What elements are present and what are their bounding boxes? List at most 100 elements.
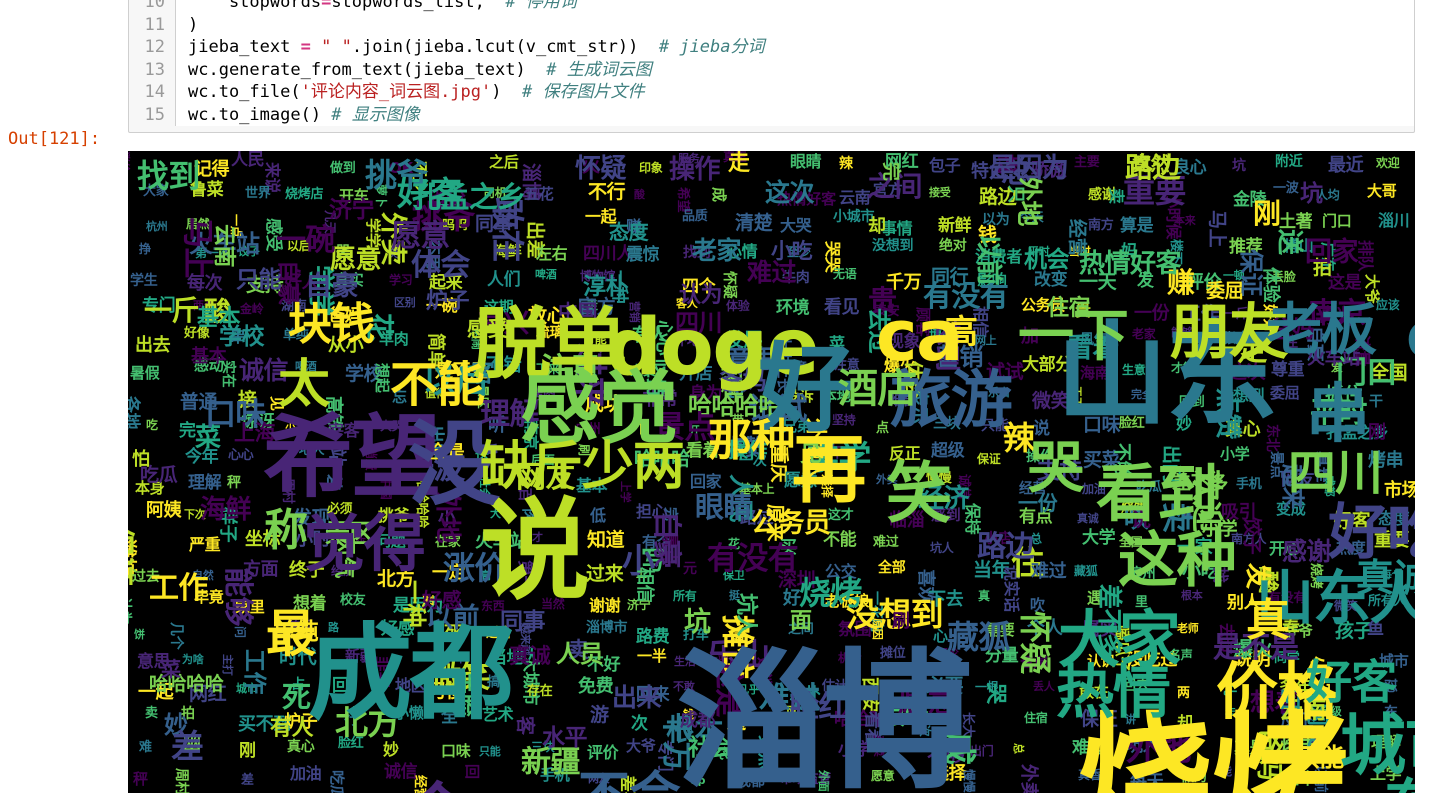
wordcloud-word: 人员 xyxy=(556,640,604,668)
wordcloud-word: 难过 xyxy=(873,535,899,550)
wordcloud-word: 低 xyxy=(590,506,606,525)
wordcloud-word: 愿意 xyxy=(391,219,450,254)
wordcloud-word: 秤 xyxy=(227,475,241,491)
wordcloud-word: 心心 xyxy=(228,448,254,463)
wordcloud-word: 基本 xyxy=(197,306,241,331)
code-token: stopwords xyxy=(188,0,322,12)
wordcloud-word: 感谢 xyxy=(1282,537,1332,566)
wordcloud-word: 之后 xyxy=(489,153,519,171)
wordcloud-word: 干 xyxy=(1369,394,1383,410)
wordcloud-word: 全部 xyxy=(878,560,906,576)
wordcloud-word: 学习 xyxy=(389,273,413,287)
wordcloud-word: 串 xyxy=(1306,378,1370,452)
wordcloud-word: 品质 xyxy=(682,209,708,224)
code-line: 14 wc.to_file('评论内容_词云图.jpg') # 保存图片文件 xyxy=(129,81,1414,104)
wordcloud-word: 想起 xyxy=(373,363,391,393)
code-token: ) xyxy=(491,82,522,102)
wordcloud-word: 一下 xyxy=(1018,304,1129,369)
wordcloud-word: 所有 xyxy=(673,589,697,603)
wordcloud-word: 哭 xyxy=(1028,436,1084,501)
wordcloud-word: 秤 xyxy=(133,770,148,788)
wordcloud-word: 事情 xyxy=(881,219,913,238)
notebook-output-page: 10 stopwords=stopwords_list, # 停用词 11) 12 j… xyxy=(0,0,1440,804)
wordcloud-word: 老家 xyxy=(692,236,742,265)
code-line: 13 wc.generate_from_text(jieba_text) # 生成… xyxy=(129,58,1414,81)
wordcloud-word: 真 xyxy=(978,589,990,603)
code-text[interactable]: jieba_text = " ".join(jieba.lcut(v_cmt_s… xyxy=(175,36,1414,59)
wordcloud-word: 淳朴 xyxy=(583,274,629,300)
wordcloud-word: 坑人 xyxy=(733,593,758,637)
wordcloud-word: 最近 xyxy=(1328,155,1364,176)
wordcloud-word: 南方 xyxy=(1088,218,1114,233)
wordcloud-word: 一波 xyxy=(1273,181,1299,196)
wordcloud-word: 东西 xyxy=(1384,779,1415,794)
wordcloud-word: 大哭 xyxy=(780,216,812,235)
wordcloud-word: 问 xyxy=(233,626,247,638)
wordcloud-word: 马上 xyxy=(1206,210,1228,248)
wordcloud-word: 大学 xyxy=(1082,528,1116,548)
wordcloud-word: 成 xyxy=(710,187,728,202)
code-token: = xyxy=(321,0,332,12)
wordcloud-word: 能够 xyxy=(220,567,255,626)
line-number: 13 xyxy=(144,59,165,80)
code-lines-container: 10 stopwords=stopwords_list, # 停用词 11) 12 j… xyxy=(129,0,1414,126)
wordcloud-word: 缺斤少两 xyxy=(480,437,685,497)
wordcloud-word: 工作 xyxy=(149,571,208,606)
wordcloud-word: 怀疑 xyxy=(721,271,737,299)
wordcloud-word: 一碗 xyxy=(276,223,335,258)
code-text[interactable]: wc.to_file('评论内容_词云图.jpg') # 保存图片文件 xyxy=(175,81,1414,104)
wordcloud-word: 严重 xyxy=(189,535,221,554)
code-token: # jieba分词 xyxy=(658,37,765,57)
code-text[interactable]: wc.generate_from_text(jieba_text) # 生成词云… xyxy=(175,58,1414,81)
wordcloud-word: 成都 xyxy=(308,612,514,734)
wordcloud-word: 点 xyxy=(876,421,889,436)
code-token: ) xyxy=(188,14,199,35)
wordcloud-word: 再 xyxy=(792,427,866,513)
code-token: .join(jieba.lcut(v_cmt_str)) xyxy=(351,37,659,57)
wordcloud-word: 过来 xyxy=(586,563,624,585)
code-line: 15 wc.to_image() # 显示图像 xyxy=(129,103,1414,126)
wordcloud-word: 基本 xyxy=(191,346,227,367)
wordcloud-word: 眼睛 xyxy=(790,152,822,171)
wordcloud-word: 吃瓜 xyxy=(328,770,346,793)
code-text[interactable]: stopwords=stopwords_list, # 停用词 xyxy=(175,0,1414,14)
code-cell[interactable]: 10 stopwords=stopwords_list, # 停用词 11) 12 j… xyxy=(128,0,1415,133)
wordcloud-word: 人民 xyxy=(231,151,265,170)
wordcloud-word: 云南 xyxy=(839,188,871,207)
wordcloud-word: 理解 xyxy=(188,473,222,493)
code-text[interactable]: ) xyxy=(175,13,1414,36)
wordcloud-word: 难过 xyxy=(747,258,797,287)
wordcloud-word: 附近 xyxy=(1275,154,1303,170)
wordcloud-word: 区别 xyxy=(394,296,416,309)
wordcloud-word: 小学 xyxy=(1220,445,1250,463)
wordcloud-word: 工作 xyxy=(241,649,267,695)
wordcloud-word: 住宿 xyxy=(1024,711,1048,725)
wordcloud-word: 老师 xyxy=(1177,622,1199,635)
wordcloud-word: doge xyxy=(1406,306,1415,366)
output-prompt: Out[121]: xyxy=(8,129,101,149)
wordcloud-word: 谢谢 xyxy=(589,596,621,615)
wordcloud-word: 云南 xyxy=(211,224,236,268)
wordcloud-word: 热情 xyxy=(1056,658,1171,726)
wordcloud-word: 人们 xyxy=(487,270,521,290)
wordcloud-word: 存在 xyxy=(527,684,553,699)
wordcloud-word: 外卖 xyxy=(1018,764,1039,793)
code-token: " " xyxy=(321,37,352,57)
wordcloud-word: 做到 xyxy=(330,161,356,176)
wordcloud-word: 死 xyxy=(282,680,311,714)
wordcloud-word: 藏狐 xyxy=(1074,564,1098,578)
wordcloud-word: 好 xyxy=(783,588,801,609)
wordcloud-word: 元 xyxy=(683,561,697,577)
code-token: jieba_text xyxy=(188,37,301,57)
code-line: 11) xyxy=(129,13,1414,36)
wordcloud-word: 算是 xyxy=(1120,216,1154,236)
wordcloud-word: 愿意 xyxy=(330,245,381,275)
code-text[interactable]: wc.to_image() # 显示图像 xyxy=(175,103,1414,126)
wordcloud-word: 刚 xyxy=(239,741,256,761)
wordcloud-word: 真诚 xyxy=(509,644,551,668)
wordcloud-word: 保证 xyxy=(977,452,1001,466)
wordcloud-word: 不能 xyxy=(390,357,485,413)
wordcloud-word: 周村 xyxy=(173,768,189,793)
line-number: 14 xyxy=(144,82,165,102)
